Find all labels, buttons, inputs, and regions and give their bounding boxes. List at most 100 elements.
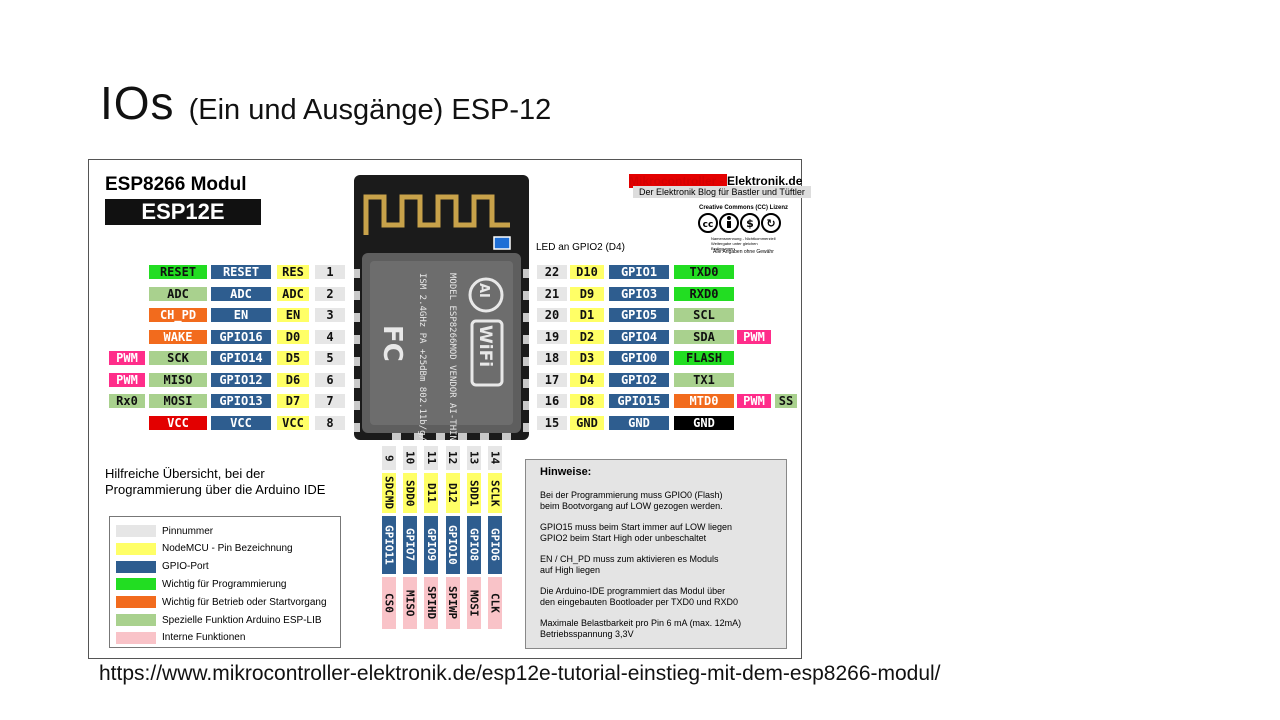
pin-16-label-1: GPIO15 bbox=[609, 394, 669, 408]
hints-title: Hinweise: bbox=[540, 466, 592, 478]
pin-number-18: 18 bbox=[537, 351, 567, 365]
model-label: ESP12E bbox=[105, 199, 261, 225]
pin-number-4: 4 bbox=[315, 329, 345, 344]
pin-11-label-1-text: GPIO9 bbox=[424, 528, 438, 562]
pin-9-label-2-text: CS0 bbox=[382, 593, 396, 613]
pin-14-label-2-text: CLK bbox=[488, 593, 502, 613]
pin-number-11-text: 11 bbox=[424, 451, 438, 465]
pin-1-label-0: RES bbox=[277, 265, 309, 279]
pin-17-label-1: GPIO2 bbox=[609, 372, 669, 387]
pin-19-label-3: PWM bbox=[737, 329, 771, 344]
pin-13-label-2: MOSI bbox=[466, 577, 481, 629]
cc-title: Creative Commons (CC) Lizenz bbox=[699, 205, 789, 211]
pin-number-10-text: 10 bbox=[403, 451, 417, 465]
pin-number-13-text: 13 bbox=[467, 451, 481, 465]
pin-6-label-1: GPIO12 bbox=[211, 372, 271, 387]
hint-item: Bei der Programmierung muss GPIO0 (Flash… bbox=[540, 490, 723, 511]
legend-label: Wichtig für Programmierung bbox=[162, 578, 287, 590]
pin-18-label-0: D3 bbox=[570, 351, 604, 365]
svg-text:↻: ↻ bbox=[766, 217, 775, 230]
pin-9-label-1: GPIO11 bbox=[382, 516, 396, 574]
pin-8-label-1: VCC bbox=[211, 415, 271, 430]
pin-20-label-1: GPIO5 bbox=[609, 308, 669, 322]
legend: Pinnummer NodeMCU - Pin Bezeichnung GPIO-P… bbox=[109, 516, 341, 648]
pin-14-label-0: SCLK bbox=[488, 473, 502, 513]
pin-1-label-1: RESET bbox=[211, 265, 271, 279]
pin-12-label-1-text: GPIO10 bbox=[446, 525, 460, 565]
esp12e-module-image: FC ISM 2.4GHz PA +25dBm 802.11b/g/n MODE… bbox=[354, 175, 529, 440]
pin-11-label-2-text: SPIHD bbox=[424, 586, 438, 620]
pin-21-label-2: RXD0 bbox=[674, 286, 734, 301]
pin-number-6: 6 bbox=[315, 372, 345, 387]
vendor-mark: MODEL ESP8266MOD VENDOR AI-THINKER bbox=[447, 273, 457, 440]
pin-15-label-0: GND bbox=[570, 415, 604, 430]
help-text-line-1: Hilfreiche Übersicht, bei der bbox=[105, 466, 265, 481]
hint-item: GPIO15 muss beim Start immer auf LOW lie… bbox=[540, 522, 733, 543]
pin-6-label-2: MISO bbox=[149, 372, 207, 387]
legend-swatch bbox=[116, 542, 156, 555]
pin-number-17: 17 bbox=[537, 372, 567, 387]
pin-number-13: 13 bbox=[466, 446, 481, 470]
pin-3-label-2: CH_PD bbox=[149, 308, 207, 322]
pin-number-5: 5 bbox=[315, 351, 345, 365]
pin-number-1: 1 bbox=[315, 265, 345, 279]
legend-swatch bbox=[116, 525, 156, 537]
source-url[interactable]: https://www.mikrocontroller-elektronik.d… bbox=[99, 662, 941, 686]
hint-item: EN / CH_PD muss zum aktivieren es Moduls… bbox=[540, 554, 719, 575]
legend-item: Spezielle Funktion Arduino ESP-LIB bbox=[116, 613, 322, 627]
help-text-line-2: Programmierung über die Arduino IDE bbox=[105, 482, 326, 497]
pin-number-10: 10 bbox=[403, 446, 418, 470]
pin-9-label-1-text: GPIO11 bbox=[382, 525, 396, 565]
pin-2-label-2: ADC bbox=[149, 286, 207, 301]
legend-swatch bbox=[116, 578, 156, 591]
pin-3-label-1: EN bbox=[211, 308, 271, 322]
legend-swatch bbox=[116, 614, 156, 626]
pin-21-label-0: D9 bbox=[570, 286, 604, 301]
pin-20-label-2: SCL bbox=[674, 308, 734, 322]
pin-number-14: 14 bbox=[488, 446, 502, 470]
ism-mark: ISM 2.4GHz PA +25dBm 802.11b/g/n bbox=[417, 273, 427, 440]
legend-label: Pinnummer bbox=[162, 525, 214, 537]
pin-number-9: 9 bbox=[382, 446, 396, 470]
pin-12-label-1: GPIO10 bbox=[445, 516, 460, 574]
pin-4-label-0: D0 bbox=[277, 329, 309, 344]
pin-number-20: 20 bbox=[537, 308, 567, 322]
pin-8-label-0: VCC bbox=[277, 415, 309, 430]
slide-title: IOs (Ein und Ausgänge) ESP-12 bbox=[100, 76, 551, 130]
pin-13-label-1-text: GPIO8 bbox=[467, 528, 481, 562]
pin-1-label-2: RESET bbox=[149, 265, 207, 279]
pin-7-label-2: MOSI bbox=[149, 394, 207, 408]
pin-5-label-2: SCK bbox=[149, 351, 207, 365]
pin-12-label-0: D12 bbox=[445, 473, 460, 513]
pin-14-label-1: GPIO6 bbox=[488, 516, 502, 574]
pin-number-7: 7 bbox=[315, 394, 345, 408]
pin-18-label-1: GPIO0 bbox=[609, 351, 669, 365]
pin-10-label-0: SDD0 bbox=[403, 473, 418, 513]
pin-14-label-0-text: SCLK bbox=[488, 479, 502, 507]
pin-15-label-2: GND bbox=[674, 415, 734, 430]
pin-22-label-2: TXD0 bbox=[674, 265, 734, 279]
pin-5-label-0: D5 bbox=[277, 351, 309, 365]
hint-item: Maximale Belastbarkeit pro Pin 6 mA (max… bbox=[540, 618, 742, 639]
pin-number-21: 21 bbox=[537, 286, 567, 301]
pinout-figure: ESP8266 Modul ESP12E Mikrocontroller - E… bbox=[88, 159, 811, 659]
hint-item: Die Arduino-IDE programmiert das Modul ü… bbox=[540, 586, 738, 607]
legend-item: GPIO-Port bbox=[116, 560, 209, 574]
title-main: IOs bbox=[100, 77, 175, 129]
cc-license-icon: cc $ ↻ bbox=[698, 213, 781, 233]
pin-20-label-0: D1 bbox=[570, 308, 604, 322]
pin-13-label-0-text: SDD1 bbox=[467, 479, 481, 507]
legend-item: Interne Funktionen bbox=[116, 631, 245, 645]
title-subtitle: (Ein und Ausgänge) ESP-12 bbox=[188, 94, 552, 126]
legend-item: NodeMCU - Pin Bezeichnung bbox=[116, 542, 293, 556]
pin-number-12: 12 bbox=[445, 446, 460, 470]
pin-22-label-0: D10 bbox=[570, 265, 604, 279]
pin-number-14-text: 14 bbox=[488, 451, 502, 465]
hints-box: Hinweise: Bei der Programmierung muss GP… bbox=[525, 459, 787, 649]
pin-15-label-1: GND bbox=[609, 415, 669, 430]
pin-18-label-2: FLASH bbox=[674, 351, 734, 365]
pin-number-19: 19 bbox=[537, 329, 567, 344]
pin-number-2: 2 bbox=[315, 286, 345, 301]
pin-17-label-0: D4 bbox=[570, 372, 604, 387]
figure-title: ESP8266 Modul bbox=[105, 174, 247, 195]
